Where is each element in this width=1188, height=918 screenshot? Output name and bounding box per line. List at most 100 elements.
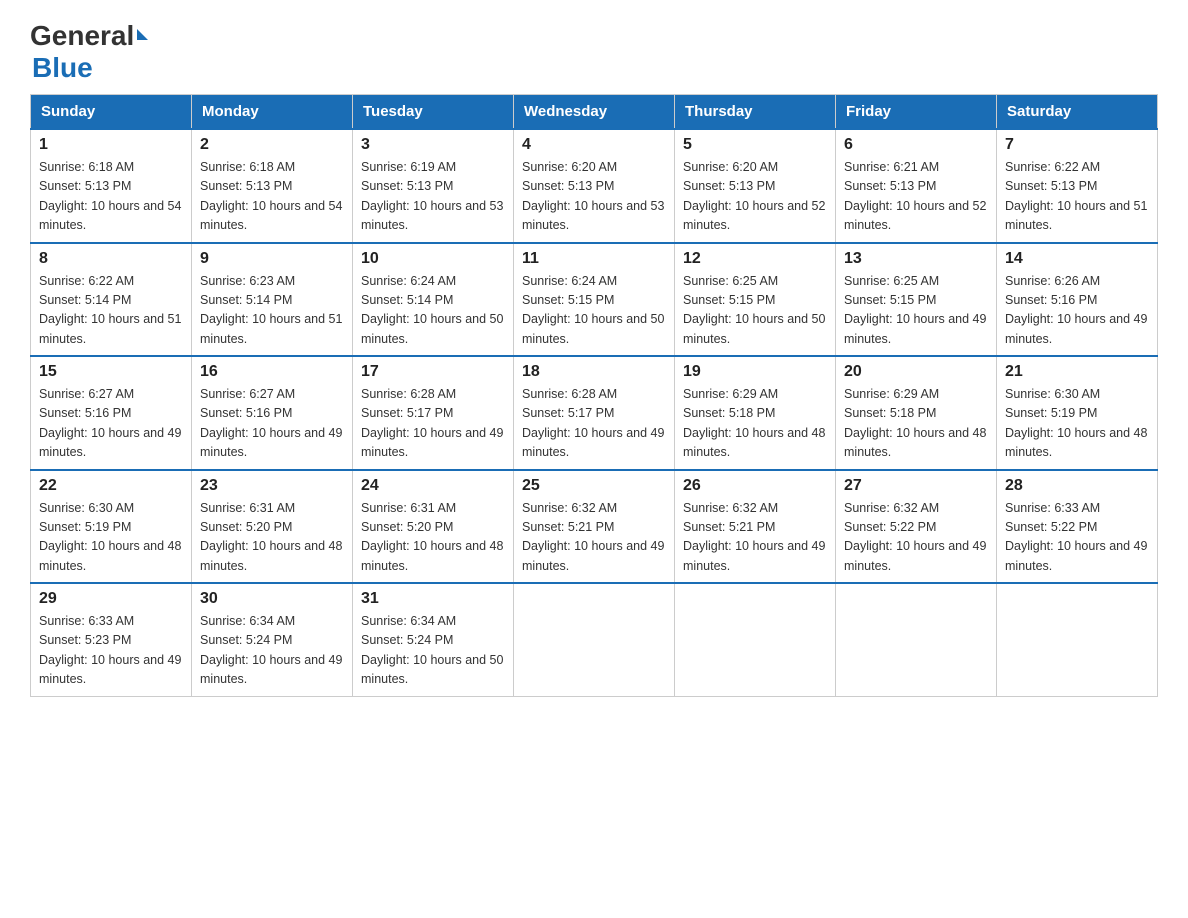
day-info: Sunrise: 6:27 AMSunset: 5:16 PMDaylight:…: [39, 385, 183, 463]
day-info: Sunrise: 6:31 AMSunset: 5:20 PMDaylight:…: [200, 499, 344, 577]
day-info: Sunrise: 6:26 AMSunset: 5:16 PMDaylight:…: [1005, 272, 1149, 350]
calendar-day-cell: 24 Sunrise: 6:31 AMSunset: 5:20 PMDayligh…: [353, 470, 514, 584]
column-header-friday: Friday: [836, 95, 997, 130]
day-info: Sunrise: 6:20 AMSunset: 5:13 PMDaylight:…: [683, 158, 827, 236]
day-number: 11: [522, 250, 666, 268]
day-number: 29: [39, 590, 183, 608]
day-info: Sunrise: 6:34 AMSunset: 5:24 PMDaylight:…: [361, 612, 505, 690]
day-number: 25: [522, 477, 666, 495]
day-number: 23: [200, 477, 344, 495]
calendar-empty-cell: [514, 583, 675, 696]
day-info: Sunrise: 6:27 AMSunset: 5:16 PMDaylight:…: [200, 385, 344, 463]
logo-blue-text: Blue: [32, 52, 93, 83]
day-info: Sunrise: 6:30 AMSunset: 5:19 PMDaylight:…: [39, 499, 183, 577]
calendar-day-cell: 3 Sunrise: 6:19 AMSunset: 5:13 PMDaylight…: [353, 129, 514, 243]
calendar-day-cell: 19 Sunrise: 6:29 AMSunset: 5:18 PMDayligh…: [675, 356, 836, 470]
day-number: 24: [361, 477, 505, 495]
calendar-day-cell: 12 Sunrise: 6:25 AMSunset: 5:15 PMDayligh…: [675, 243, 836, 357]
day-number: 26: [683, 477, 827, 495]
logo-general-text: General: [30, 20, 134, 52]
day-info: Sunrise: 6:25 AMSunset: 5:15 PMDaylight:…: [683, 272, 827, 350]
day-number: 5: [683, 136, 827, 154]
calendar-week-row: 29 Sunrise: 6:33 AMSunset: 5:23 PMDayligh…: [31, 583, 1158, 696]
day-info: Sunrise: 6:31 AMSunset: 5:20 PMDaylight:…: [361, 499, 505, 577]
calendar-day-cell: 30 Sunrise: 6:34 AMSunset: 5:24 PMDayligh…: [192, 583, 353, 696]
day-info: Sunrise: 6:24 AMSunset: 5:15 PMDaylight:…: [522, 272, 666, 350]
calendar-day-cell: 27Sunrise: 6:32 AMSunset: 5:22 PMDayligh…: [836, 470, 997, 584]
day-number: 17: [361, 363, 505, 381]
day-number: 28: [1005, 477, 1149, 495]
logo: General Blue: [30, 20, 148, 84]
calendar-empty-cell: [836, 583, 997, 696]
day-number: 3: [361, 136, 505, 154]
day-info: Sunrise: 6:18 AMSunset: 5:13 PMDaylight:…: [200, 158, 344, 236]
calendar-day-cell: 7 Sunrise: 6:22 AMSunset: 5:13 PMDaylight…: [997, 129, 1158, 243]
day-info: Sunrise: 6:30 AMSunset: 5:19 PMDaylight:…: [1005, 385, 1149, 463]
day-number: 31: [361, 590, 505, 608]
day-number: 1: [39, 136, 183, 154]
day-number: 30: [200, 590, 344, 608]
day-info: Sunrise: 6:18 AMSunset: 5:13 PMDaylight:…: [39, 158, 183, 236]
day-info: Sunrise: 6:34 AMSunset: 5:24 PMDaylight:…: [200, 612, 344, 690]
day-number: 15: [39, 363, 183, 381]
calendar-day-cell: 8 Sunrise: 6:22 AMSunset: 5:14 PMDaylight…: [31, 243, 192, 357]
day-info: Sunrise: 6:19 AMSunset: 5:13 PMDaylight:…: [361, 158, 505, 236]
calendar-day-cell: 31 Sunrise: 6:34 AMSunset: 5:24 PMDayligh…: [353, 583, 514, 696]
day-info: Sunrise: 6:29 AMSunset: 5:18 PMDaylight:…: [844, 385, 988, 463]
day-number: 12: [683, 250, 827, 268]
day-number: 2: [200, 136, 344, 154]
day-number: 14: [1005, 250, 1149, 268]
calendar-day-cell: 18 Sunrise: 6:28 AMSunset: 5:17 PMDayligh…: [514, 356, 675, 470]
calendar-day-cell: 23 Sunrise: 6:31 AMSunset: 5:20 PMDayligh…: [192, 470, 353, 584]
column-header-thursday: Thursday: [675, 95, 836, 130]
column-header-saturday: Saturday: [997, 95, 1158, 130]
day-number: 10: [361, 250, 505, 268]
column-header-sunday: Sunday: [31, 95, 192, 130]
calendar-day-cell: 9Sunrise: 6:23 AMSunset: 5:14 PMDaylight…: [192, 243, 353, 357]
day-info: Sunrise: 6:23 AMSunset: 5:14 PMDaylight:…: [200, 272, 344, 350]
column-header-monday: Monday: [192, 95, 353, 130]
day-info: Sunrise: 6:22 AMSunset: 5:14 PMDaylight:…: [39, 272, 183, 350]
day-number: 8: [39, 250, 183, 268]
calendar-week-row: 1 Sunrise: 6:18 AMSunset: 5:13 PMDaylight…: [31, 129, 1158, 243]
calendar-table: SundayMondayTuesdayWednesdayThursdayFrid…: [30, 94, 1158, 697]
calendar-day-cell: 10Sunrise: 6:24 AMSunset: 5:14 PMDayligh…: [353, 243, 514, 357]
calendar-week-row: 8 Sunrise: 6:22 AMSunset: 5:14 PMDaylight…: [31, 243, 1158, 357]
day-info: Sunrise: 6:25 AMSunset: 5:15 PMDaylight:…: [844, 272, 988, 350]
calendar-empty-cell: [675, 583, 836, 696]
day-number: 4: [522, 136, 666, 154]
day-number: 20: [844, 363, 988, 381]
calendar-week-row: 22 Sunrise: 6:30 AMSunset: 5:19 PMDayligh…: [31, 470, 1158, 584]
day-info: Sunrise: 6:32 AMSunset: 5:21 PMDaylight:…: [683, 499, 827, 577]
page-header: General Blue: [30, 20, 1158, 84]
day-number: 16: [200, 363, 344, 381]
calendar-day-cell: 6Sunrise: 6:21 AMSunset: 5:13 PMDaylight…: [836, 129, 997, 243]
calendar-day-cell: 14 Sunrise: 6:26 AMSunset: 5:16 PMDayligh…: [997, 243, 1158, 357]
calendar-day-cell: 20 Sunrise: 6:29 AMSunset: 5:18 PMDayligh…: [836, 356, 997, 470]
calendar-header-row: SundayMondayTuesdayWednesdayThursdayFrid…: [31, 95, 1158, 130]
calendar-day-cell: 22 Sunrise: 6:30 AMSunset: 5:19 PMDayligh…: [31, 470, 192, 584]
day-number: 27: [844, 477, 988, 495]
day-info: Sunrise: 6:29 AMSunset: 5:18 PMDaylight:…: [683, 385, 827, 463]
column-header-tuesday: Tuesday: [353, 95, 514, 130]
calendar-day-cell: 2 Sunrise: 6:18 AMSunset: 5:13 PMDaylight…: [192, 129, 353, 243]
calendar-day-cell: 25Sunrise: 6:32 AMSunset: 5:21 PMDayligh…: [514, 470, 675, 584]
day-info: Sunrise: 6:33 AMSunset: 5:23 PMDaylight:…: [39, 612, 183, 690]
calendar-day-cell: 16 Sunrise: 6:27 AMSunset: 5:16 PMDayligh…: [192, 356, 353, 470]
calendar-day-cell: 29 Sunrise: 6:33 AMSunset: 5:23 PMDayligh…: [31, 583, 192, 696]
day-number: 13: [844, 250, 988, 268]
calendar-day-cell: 13 Sunrise: 6:25 AMSunset: 5:15 PMDayligh…: [836, 243, 997, 357]
day-number: 18: [522, 363, 666, 381]
day-info: Sunrise: 6:33 AMSunset: 5:22 PMDaylight:…: [1005, 499, 1149, 577]
calendar-day-cell: 26 Sunrise: 6:32 AMSunset: 5:21 PMDayligh…: [675, 470, 836, 584]
calendar-day-cell: 11 Sunrise: 6:24 AMSunset: 5:15 PMDayligh…: [514, 243, 675, 357]
day-info: Sunrise: 6:21 AMSunset: 5:13 PMDaylight:…: [844, 158, 988, 236]
column-header-wednesday: Wednesday: [514, 95, 675, 130]
day-info: Sunrise: 6:28 AMSunset: 5:17 PMDaylight:…: [522, 385, 666, 463]
day-number: 22: [39, 477, 183, 495]
calendar-day-cell: 17 Sunrise: 6:28 AMSunset: 5:17 PMDayligh…: [353, 356, 514, 470]
day-number: 7: [1005, 136, 1149, 154]
day-info: Sunrise: 6:28 AMSunset: 5:17 PMDaylight:…: [361, 385, 505, 463]
day-info: Sunrise: 6:22 AMSunset: 5:13 PMDaylight:…: [1005, 158, 1149, 236]
day-number: 19: [683, 363, 827, 381]
